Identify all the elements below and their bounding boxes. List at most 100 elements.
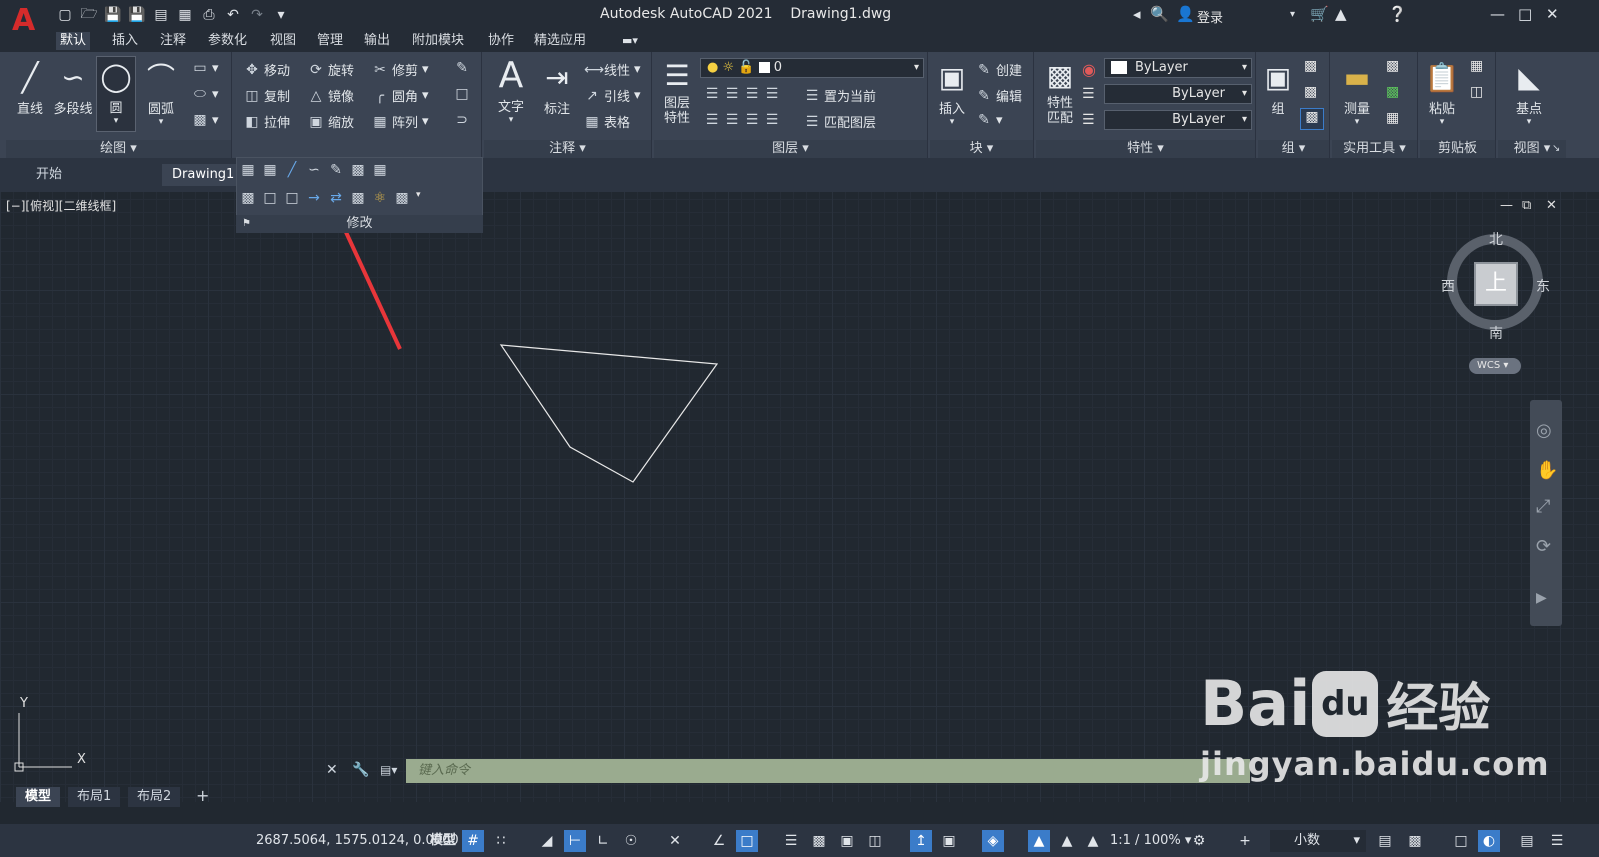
leader-button[interactable]: ↗ 引线 ▾ — [584, 86, 640, 106]
compass-north[interactable]: 北 — [1489, 229, 1503, 249]
transparency-icon[interactable]: ▩ — [808, 830, 830, 852]
draw-panel-label[interactable]: 绘图 ▾ — [6, 140, 231, 158]
minimize-icon[interactable]: — — [1490, 5, 1505, 23]
block-attribute-button[interactable]: ✎ ▾ — [976, 112, 1002, 128]
table-button[interactable]: ▦ 表格 — [584, 112, 630, 132]
join-icon[interactable]: → — [306, 190, 322, 206]
circle-button[interactable]: ◯ 圆 ▾ — [96, 56, 136, 132]
color-dropdown[interactable]: ByLayer ▾ — [1104, 58, 1252, 78]
cut-icon[interactable]: ▦ — [1470, 58, 1483, 74]
hatch-button[interactable]: ▩ ▾ — [192, 112, 218, 128]
edit-spline-icon[interactable]: ∽ — [306, 162, 322, 178]
search-icon[interactable]: 🔍 — [1150, 5, 1169, 23]
polyline-button[interactable]: ∽ 多段线 — [52, 58, 94, 117]
edit-array-icon[interactable]: ▩ — [350, 162, 366, 178]
qat-dropdown-icon[interactable]: ▾ — [272, 7, 290, 23]
tab-3[interactable]: 参数化 — [204, 32, 251, 50]
print-icon[interactable]: ⎙ — [200, 7, 218, 23]
units-dropdown[interactable]: 小数 ▾ — [1270, 830, 1366, 852]
pin-icon[interactable]: ⚑ — [242, 215, 251, 233]
command-history-icon[interactable]: ▤▾ — [380, 763, 397, 777]
hardware-acceleration-icon[interactable]: ◐ — [1478, 830, 1500, 852]
customization-menu-icon[interactable]: ☰ — [1546, 830, 1568, 852]
edit-block-button[interactable]: ✎ 编辑 — [976, 86, 1022, 106]
polar-tracking-icon[interactable]: ☉ — [620, 830, 642, 852]
annotation-visibility-icon[interactable]: ▲ — [1028, 830, 1050, 852]
dynamic-ucs-icon[interactable]: ↥ — [910, 830, 932, 852]
panel-expand-icon[interactable]: ↘ — [1552, 143, 1560, 154]
add-layout-icon[interactable]: + — [196, 786, 209, 805]
erase-button[interactable]: ✎ — [454, 60, 470, 76]
viewport-restore-icon[interactable]: ⧉ — [1522, 198, 1531, 213]
open-folder-icon[interactable]: 🗁 — [80, 6, 98, 23]
auto-scale-icon[interactable]: ▲ — [1056, 830, 1078, 852]
explode-button[interactable]: □ — [454, 86, 470, 102]
mirror-button[interactable]: △ 镜像 — [308, 86, 354, 106]
command-customize-icon[interactable]: 🔧 — [352, 762, 369, 778]
linear-dim-button[interactable]: ⟷ 线性 ▾ — [584, 60, 641, 80]
selection-filter-icon[interactable]: ▣ — [938, 830, 960, 852]
overkill-icon[interactable]: ⚛ — [372, 190, 388, 206]
save-icon[interactable]: 💾 — [104, 7, 122, 23]
copy-button[interactable]: ◫ 复制 — [244, 86, 290, 106]
viewport-minimize-icon[interactable]: — — [1500, 198, 1513, 213]
insert-block-button[interactable]: ▣ 插入 ▾ — [934, 58, 970, 127]
scale-button[interactable]: ▣ 缩放 — [308, 112, 354, 132]
chevron-down-icon[interactable]: ▾ — [416, 190, 421, 206]
3d-osnap-icon[interactable]: ◫ — [864, 830, 886, 852]
rectangle-button[interactable]: ▭ ▾ — [192, 60, 218, 76]
group-select-icon[interactable]: ▩ — [1300, 108, 1324, 130]
cart-icon[interactable]: 🛒 — [1310, 5, 1329, 23]
doc-tab-drawing1[interactable]: Drawing1 — [162, 164, 242, 186]
model-space-toggle[interactable]: 模型 — [430, 830, 456, 852]
ribbon-minimize-icon[interactable]: ▬▾ — [622, 34, 638, 47]
viewport-close-icon[interactable]: ✕ — [1546, 198, 1557, 213]
arc-button[interactable]: ⌒ 圆弧 ▾ — [140, 58, 182, 127]
clean-screen-icon[interactable]: ▤ — [1516, 830, 1538, 852]
draw-order-icon[interactable]: ▩ — [394, 190, 410, 206]
layer-properties-button[interactable]: ☰ 图层 特性 — [658, 56, 696, 126]
tab-1[interactable]: 插入 — [108, 32, 142, 50]
isolate-objects-icon[interactable]: □ — [1450, 830, 1472, 852]
ortho-icon[interactable]: ∟ — [592, 830, 614, 852]
tab-2[interactable]: 注释 — [156, 32, 190, 50]
annotation-panel-label[interactable]: 注释 ▾ — [484, 140, 651, 158]
quick-select-icon[interactable]: ▩ — [1386, 58, 1399, 74]
snap-icon[interactable]: ∷ — [490, 830, 512, 852]
set-current-button[interactable]: ☰ 置为当前 — [804, 86, 876, 106]
undo-icon[interactable]: ↶ — [224, 7, 242, 23]
maximize-icon[interactable]: □ — [1518, 5, 1532, 23]
array-button[interactable]: ▦ 阵列 ▾ — [372, 112, 428, 132]
tab-8[interactable]: 协作 — [484, 32, 518, 50]
lineweight-toggle-icon[interactable]: ☰ — [780, 830, 802, 852]
wcs-dropdown[interactable]: WCS ▾ — [1469, 358, 1521, 374]
lengthen-icon[interactable]: ▦ — [262, 162, 278, 178]
stretch-button[interactable]: ◧ 拉伸 — [244, 112, 290, 132]
object-snap-tracking-icon[interactable]: ∠ — [708, 830, 730, 852]
edit-hatch-icon[interactable]: ✎ — [328, 162, 344, 178]
command-close-icon[interactable]: ✕ — [326, 762, 338, 778]
login-dropdown-icon[interactable]: ▾ — [1290, 9, 1295, 20]
utilities-panel-label[interactable]: 实用工具 ▾ — [1332, 140, 1417, 158]
redo-icon[interactable]: ↷ — [248, 7, 266, 23]
coordinates-readout[interactable]: 2687.5064, 1575.0124, 0.0000 — [256, 830, 459, 852]
doc-tab-start[interactable]: 开始 — [26, 164, 160, 186]
ellipse-button[interactable]: ⬭ ▾ — [192, 86, 219, 102]
fillet-button[interactable]: ╭ 圆角 ▾ — [372, 86, 429, 106]
new-file-icon[interactable]: ▢ — [56, 7, 74, 23]
move-button[interactable]: ✥ 移动 — [244, 60, 290, 80]
quick-properties-icon[interactable]: ▤ — [1374, 830, 1396, 852]
layout-tab-layout1[interactable]: 布局1 — [68, 787, 121, 807]
compass-west[interactable]: 西 — [1441, 276, 1455, 296]
rotate-button[interactable]: ⟳ 旋转 — [308, 60, 354, 80]
isodraft-icon[interactable]: ✕ — [664, 830, 686, 852]
copy-clip-icon[interactable]: ◫ — [1470, 84, 1483, 100]
offset-button[interactable]: ⊃ — [454, 112, 470, 128]
publish-icon[interactable]: ▦ — [176, 7, 194, 23]
groups-panel-label[interactable]: 组 ▾ — [1258, 140, 1329, 158]
select-all-icon[interactable]: ▩ — [1386, 84, 1399, 100]
close-icon[interactable]: ✕ — [1546, 5, 1559, 23]
dimension-button[interactable]: ⇥ 标注 — [536, 58, 578, 117]
blend-curves-icon[interactable]: ▩ — [350, 190, 366, 206]
color-wheel-icon[interactable]: ◉ — [1082, 60, 1096, 79]
